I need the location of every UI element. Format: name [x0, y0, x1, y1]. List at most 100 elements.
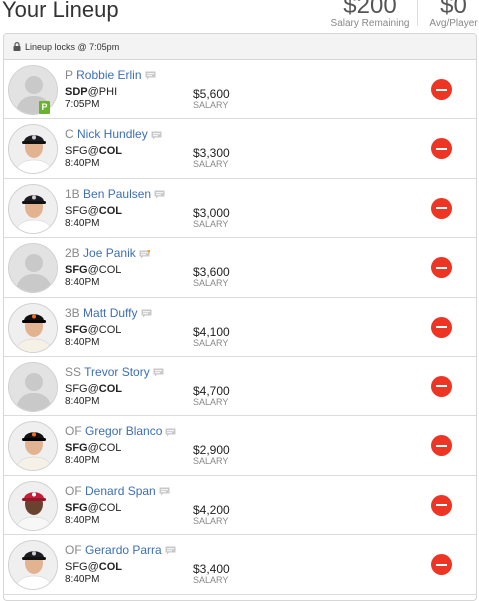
remove-player-button[interactable]	[431, 257, 452, 279]
team-abbr: SFG	[65, 501, 88, 514]
game-matchup: SDP@PHI	[65, 86, 118, 98]
opponent-abbr: COL	[98, 204, 123, 217]
player-headshot-image	[9, 66, 57, 114]
player-position: 2B	[65, 246, 80, 261]
player-name-link[interactable]: Gerardo Parra	[85, 543, 162, 557]
player-name-line: SS Trevor Story	[65, 365, 164, 379]
player-headshot[interactable]	[8, 361, 58, 412]
player-row: OF Gerardo Parra SFG@COL 8:40PM $3,400 SALAR…	[4, 535, 476, 595]
player-salary: $2,900	[193, 443, 230, 458]
game-time: 8:40PM	[65, 158, 100, 170]
player-name-link[interactable]: Gregor Blanco	[85, 424, 162, 438]
player-salary: $3,600	[193, 265, 230, 280]
player-salary: $3,300	[193, 146, 230, 161]
remove-player-button[interactable]	[431, 435, 452, 457]
note-icon[interactable]	[165, 428, 176, 437]
note-icon[interactable]	[153, 368, 164, 377]
player-position: OF	[65, 483, 82, 498]
game-matchup: SFG@COL	[65, 323, 122, 336]
player-row: 3B Matt Duffy SFG@COL 8:40PM $4,100 SALARY	[4, 298, 476, 357]
player-name-line: OF Denard Span	[65, 484, 170, 498]
player-name-link[interactable]: Denard Span	[85, 484, 156, 498]
player-headshot[interactable]	[8, 124, 58, 175]
lock-icon	[13, 42, 21, 51]
header-divider	[417, 0, 418, 26]
probable-pitcher-badge: P	[39, 101, 50, 114]
game-matchup: SFG@COL	[65, 561, 123, 574]
game-time: 8:40PM	[65, 336, 100, 348]
remove-player-button[interactable]	[431, 197, 452, 219]
player-headshot[interactable]	[8, 302, 58, 353]
player-headshot-image	[9, 184, 57, 233]
opponent-abbr: COL	[98, 561, 123, 574]
salary-remaining-label: Salary Remaining	[330, 18, 410, 29]
opponent-abbr: COL	[98, 501, 122, 514]
player-headshot-image	[9, 303, 57, 352]
player-name-line: 3B Matt Duffy	[65, 306, 152, 320]
game-matchup: SFG@COL	[65, 382, 123, 395]
player-headshot-image	[9, 481, 57, 530]
player-headshot-image	[9, 244, 57, 293]
game-time: 8:40PM	[65, 455, 100, 467]
salary-label: SALARY	[193, 337, 229, 348]
player-name-link[interactable]: Robbie Erlin	[76, 68, 141, 82]
team-abbr: SFG	[65, 382, 88, 395]
player-name-link[interactable]: Joe Panik	[83, 246, 136, 260]
remove-player-button[interactable]	[431, 494, 452, 516]
team-abbr: SFG	[65, 323, 88, 336]
note-icon[interactable]	[151, 131, 162, 140]
salary-label: SALARY	[193, 396, 229, 407]
player-headshot[interactable]	[8, 421, 58, 472]
player-name-link[interactable]: Trevor Story	[84, 365, 150, 379]
note-icon[interactable]	[145, 71, 156, 80]
salary-label: SALARY	[193, 278, 229, 289]
remove-player-button[interactable]	[431, 316, 452, 338]
note-icon[interactable]	[139, 249, 150, 259]
player-name-line: OF Gregor Blanco	[65, 424, 176, 438]
player-headshot-image	[9, 125, 57, 174]
player-row: C Nick Hundley SFG@COL 8:40PM $3,300 SALARY	[4, 119, 476, 179]
avg-player-stat: $0 Avg/Player	[428, 0, 479, 29]
game-matchup: SFG@COL	[65, 442, 122, 455]
player-name-line: P Robbie Erlin	[65, 68, 156, 82]
remove-player-button[interactable]	[431, 138, 452, 160]
player-name-line: 2B Joe Panik	[65, 246, 150, 260]
opponent-abbr: COL	[98, 264, 122, 277]
note-icon[interactable]	[159, 487, 170, 496]
note-icon[interactable]	[154, 190, 165, 199]
team-abbr: SDP	[65, 86, 88, 98]
player-headshot[interactable]	[8, 243, 58, 294]
opponent-abbr: COL	[98, 145, 123, 158]
player-salary: $3,000	[193, 205, 230, 220]
player-list: PP Robbie Erlin SDP@PHI 7:05PM $5,600 SALARY…	[4, 60, 476, 595]
player-salary: $4,200	[193, 502, 230, 517]
remove-player-button[interactable]	[431, 375, 452, 397]
game-time: 8:40PM	[65, 395, 100, 407]
opponent-abbr: COL	[98, 382, 123, 395]
game-time: 8:40PM	[65, 514, 100, 526]
player-position: 3B	[65, 305, 80, 320]
player-headshot[interactable]	[8, 65, 58, 115]
salary-label: SALARY	[193, 456, 229, 467]
player-salary: $4,700	[193, 383, 230, 398]
player-position: OF	[65, 543, 82, 558]
remove-player-button[interactable]	[431, 79, 452, 100]
note-icon[interactable]	[141, 309, 152, 318]
lineup-panel: Lineup locks @ 7:05pm PP Robbie Erlin SDP…	[3, 33, 477, 601]
player-name-link[interactable]: Ben Paulsen	[83, 187, 151, 201]
player-position: 1B	[65, 186, 80, 201]
player-headshot[interactable]	[8, 183, 58, 234]
player-name-link[interactable]: Nick Hundley	[77, 127, 148, 141]
player-headshot[interactable]	[8, 540, 58, 591]
note-icon[interactable]	[165, 546, 176, 555]
player-name-link[interactable]: Matt Duffy	[83, 306, 137, 320]
remove-player-button[interactable]	[431, 554, 452, 576]
game-matchup: SFG@COL	[65, 204, 123, 217]
player-headshot[interactable]	[8, 480, 58, 531]
opponent-abbr: PHI	[98, 86, 118, 98]
player-position: C	[65, 127, 74, 142]
salary-label: SALARY	[193, 159, 229, 170]
team-abbr: SFG	[65, 442, 88, 455]
avg-player-label: Avg/Player	[429, 18, 478, 29]
avg-player-value: $0	[440, 0, 467, 19]
